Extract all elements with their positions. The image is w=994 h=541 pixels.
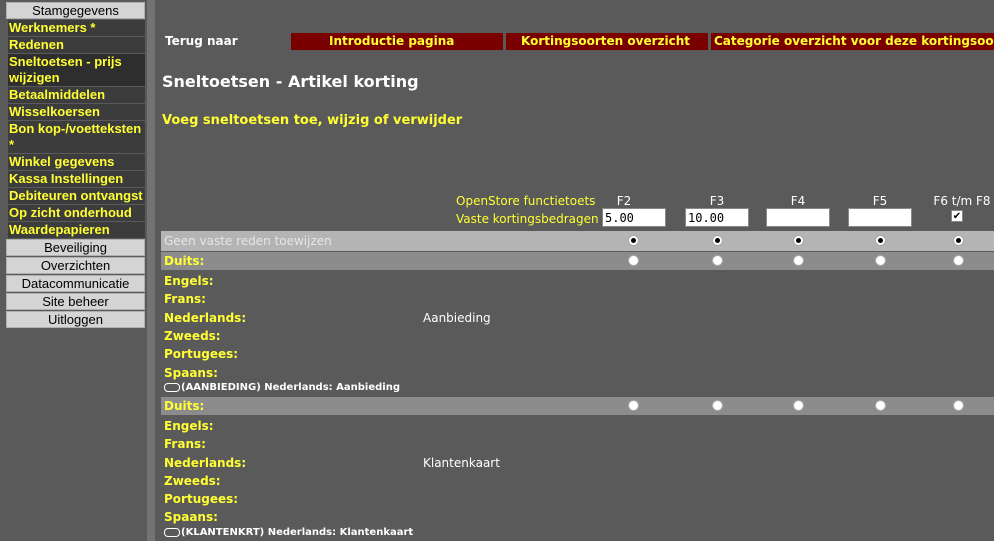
sidebar-item-beveiliging[interactable]: Beveiliging [6,239,145,256]
amount-f5-input[interactable] [848,208,912,227]
header-f3: F3 [709,194,725,208]
header-f4: F4 [790,194,806,208]
sidebar-item-winkel-gegevens[interactable]: Winkel gegevens [8,154,145,170]
reason-code-text: (KLANTENKRT) Nederlands: Klantenkaart [181,527,414,538]
header-f2: F2 [616,194,632,208]
reason-row: Duits: [161,252,994,270]
lang-label: Spaans: [164,510,218,524]
radio-none-f3[interactable] [712,235,723,246]
radio-klantenkaart-f5[interactable] [875,400,886,411]
lang-label: Zweeds: [164,329,221,343]
sidebar-item-sneltoetsen-prijs-wijzigen[interactable]: Sneltoetsen - prijs wijzigen [8,54,145,86]
sidebar-item-betaalmiddelen[interactable]: Betaalmiddelen [8,87,145,103]
tab-kortingsoorten[interactable]: Kortingsoorten overzicht [506,33,708,50]
tab-introductie[interactable]: Introductie pagina [291,33,503,50]
sidebar-item-bon-kop-voetteksten[interactable]: Bon kop-/voetteksten * [8,121,145,153]
sidebar-item-uitloggen[interactable]: Uitloggen [6,311,145,328]
header-f5: F5 [872,194,888,208]
lang-label: Frans: [164,437,206,451]
radio-klantenkaart-f2[interactable] [628,400,639,411]
reason-row: Duits: [161,397,994,415]
lang-label: Engels: [164,274,214,288]
main-content: Terug naar Introductie pagina Kortingsoo… [155,0,994,541]
lang-label: Zweeds: [164,474,221,488]
radio-none-f2[interactable] [628,235,639,246]
amount-f2-input[interactable] [602,208,666,227]
amount-f3-input[interactable] [685,208,749,227]
sidebar-item-debiteuren-ontvangst[interactable]: Debiteuren ontvangst [8,188,145,204]
f6-f8-checkbox[interactable]: ✔ [951,210,963,222]
no-reason-label: Geen vaste reden toewijzen [164,234,332,248]
page-title: Sneltoetsen - Artikel korting [162,72,419,91]
lang-label: Engels: [164,419,214,433]
amount-f4-input[interactable] [766,208,830,227]
lang-label: Spaans: [164,366,218,380]
radio-aanbieding-f3[interactable] [712,255,723,266]
sidebar-item-wisselkoersen[interactable]: Wisselkoersen [8,104,145,120]
radio-aanbieding-f2[interactable] [628,255,639,266]
sidebar-item-op-zicht-onderhoud[interactable]: Op zicht onderhoud [8,205,145,221]
reason-value: Aanbieding [423,311,491,325]
lang-label: Nederlands: [164,311,247,325]
reason-band-label: Duits: [164,399,205,413]
reason-value: Klantenkaart [423,456,500,470]
sidebar-item-stamgegevens[interactable]: Stamgegevens [6,2,145,19]
sidebar-divider [147,0,155,541]
reason-code[interactable]: (AANBIEDING) Nederlands: Aanbieding [164,382,400,393]
radio-klantenkaart-f4[interactable] [793,400,804,411]
radio-none-f4[interactable] [793,235,804,246]
sidebar-item-datacommunicatie[interactable]: Datacommunicatie [6,275,145,292]
back-label: Terug naar [165,34,238,48]
sidebar: Stamgegevens Werknemers * Redenen Sneltoets… [0,0,147,541]
radio-aanbieding-f6[interactable] [953,255,964,266]
radio-klantenkaart-f3[interactable] [712,400,723,411]
reason-code[interactable]: (KLANTENKRT) Nederlands: Klantenkaart [164,527,413,538]
sidebar-item-redenen[interactable]: Redenen [8,37,145,53]
radio-klantenkaart-f6[interactable] [953,400,964,411]
lang-label: Frans: [164,292,206,306]
radio-aanbieding-f4[interactable] [793,255,804,266]
radio-none-f6[interactable] [953,235,964,246]
sidebar-item-waardepapieren[interactable]: Waardepapieren [8,222,145,238]
link-icon [164,527,180,537]
no-reason-row: Geen vaste reden toewijzen [161,231,994,251]
sidebar-item-werknemers[interactable]: Werknemers * [8,20,145,36]
tab-categorie-overzicht[interactable]: Categorie overzicht voor deze kortingsoo… [711,33,994,50]
page-subtitle: Voeg sneltoetsen toe, wijzig of verwijde… [162,113,463,128]
header-f6-f8: F6 t/m F8 [933,194,991,208]
sidebar-item-kassa-instellingen[interactable]: Kassa Instellingen [8,171,145,187]
radio-aanbieding-f5[interactable] [875,255,886,266]
reason-code-text: (AANBIEDING) Nederlands: Aanbieding [181,382,400,393]
lang-label: Portugees: [164,492,239,506]
link-icon [164,382,180,392]
sidebar-item-overzichten[interactable]: Overzichten [6,257,145,274]
amounts-label: Vaste kortingsbedragen [456,212,599,226]
nav-bar: Terug naar Introductie pagina Kortingsoo… [161,33,994,50]
lang-label: Portugees: [164,347,239,361]
function-key-label: OpenStore functietoets [456,194,596,208]
reason-band-label: Duits: [164,254,205,268]
lang-label: Nederlands: [164,456,247,470]
sidebar-item-site-beheer[interactable]: Site beheer [6,293,145,310]
radio-none-f5[interactable] [875,235,886,246]
